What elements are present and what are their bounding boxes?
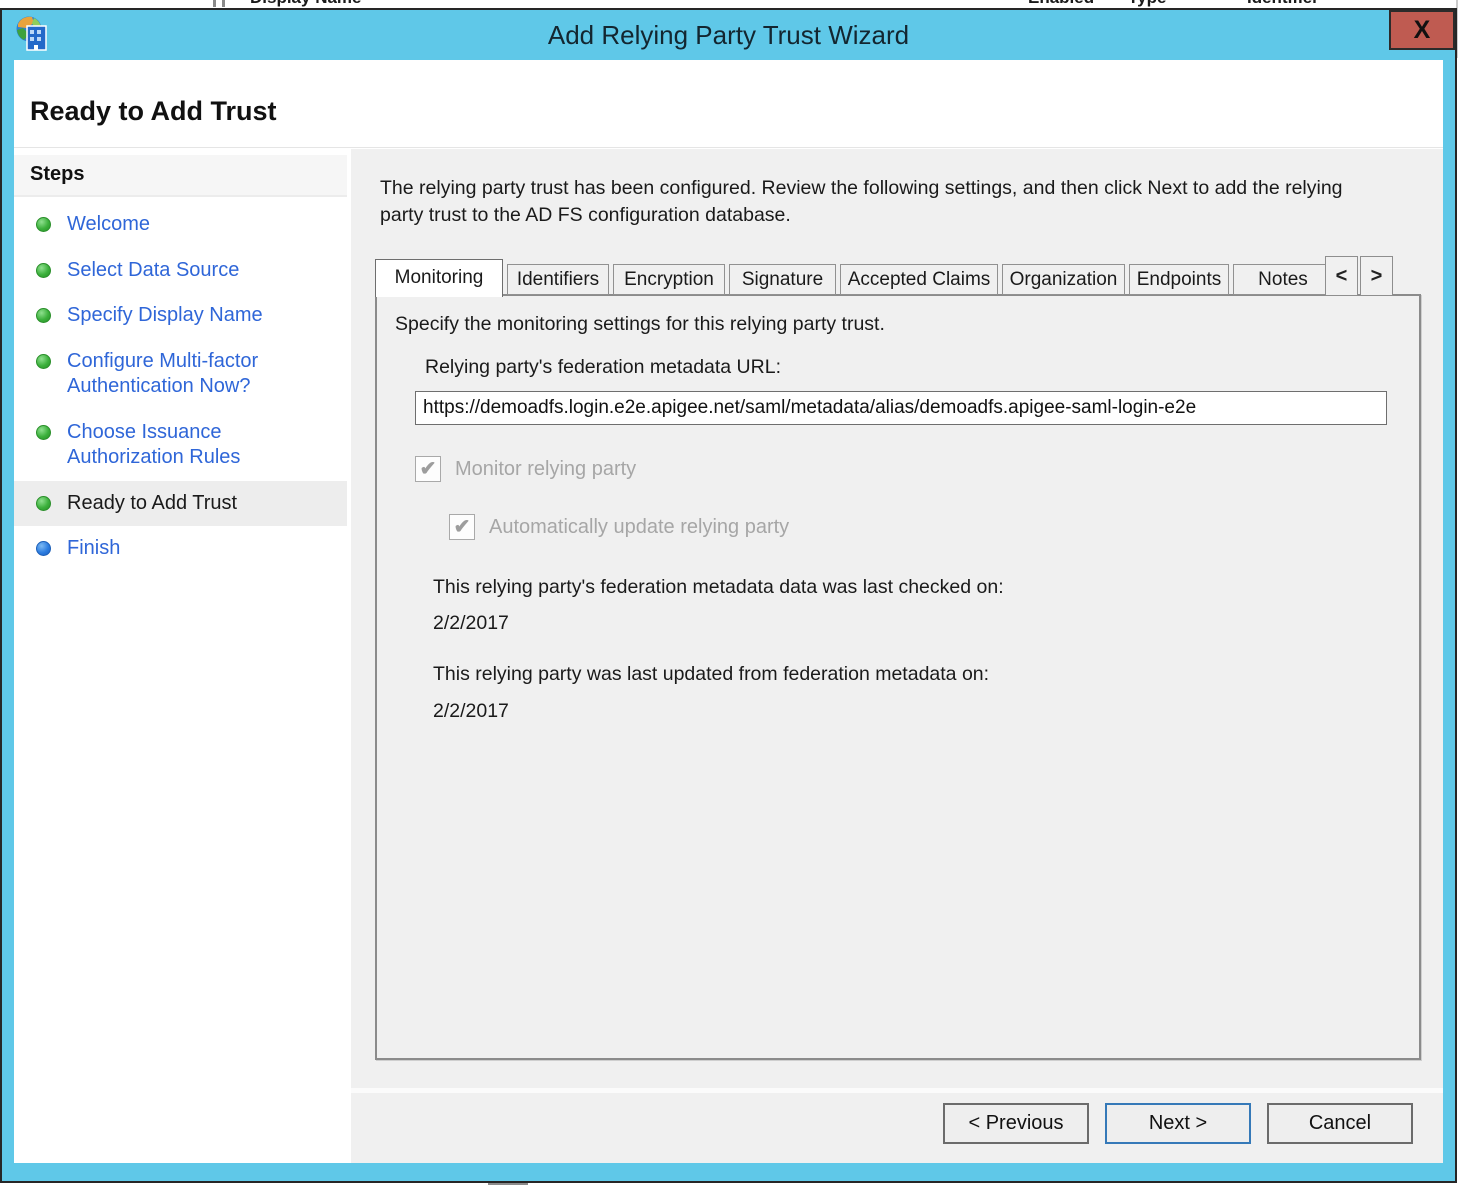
step-current-icon — [36, 496, 51, 511]
next-button[interactable]: Next > — [1105, 1103, 1251, 1144]
checkmark-icon: ✔ — [420, 458, 437, 480]
background-column-type: Type — [1128, 0, 1166, 8]
background-column-display-name: Display Name — [250, 0, 362, 8]
federation-metadata-url-label: Relying party's federation metadata URL: — [425, 356, 781, 379]
heading-band: Ready to Add Trust — [14, 60, 1443, 148]
page-title: Ready to Add Trust — [14, 60, 1443, 127]
step-completed-icon — [36, 217, 51, 232]
tab-scroll-left-button[interactable]: < — [1325, 256, 1358, 296]
background-window-sliver: Display Name Enabled Type Identifier — [0, 0, 1463, 8]
last-updated-label: This relying party was last updated from… — [433, 663, 989, 686]
cancel-button[interactable]: Cancel — [1267, 1103, 1413, 1144]
monitor-relying-party-label: Monitor relying party — [455, 458, 636, 481]
tab-endpoints[interactable]: Endpoints — [1129, 264, 1229, 295]
tab-identifiers[interactable]: Identifiers — [507, 264, 609, 295]
monitoring-description: Specify the monitoring settings for this… — [395, 313, 885, 336]
steps-sidebar: Steps Welcome Select Data Source Specify… — [14, 149, 347, 1163]
wizard-page-content: The relying party trust has been configu… — [351, 149, 1443, 1163]
monitor-relying-party-checkbox: ✔ — [415, 456, 441, 482]
last-checked-value: 2/2/2017 — [433, 612, 509, 635]
checkmark-icon: ✔ — [454, 516, 471, 538]
dialog-title: Add Relying Party Trust Wizard — [2, 10, 1455, 60]
background-column-enabled: Enabled — [1028, 0, 1094, 8]
wizard-footer-buttons: < Previous Next > Cancel — [943, 1103, 1413, 1144]
last-checked-label: This relying party's federation metadata… — [433, 576, 1004, 599]
close-button[interactable]: X — [1389, 10, 1455, 50]
step-label: Ready to Add Trust — [67, 491, 237, 517]
step-completed-icon — [36, 308, 51, 323]
tab-scroll-buttons: < > — [1323, 256, 1393, 296]
step-label: Choose Issuance Authorization Rules — [67, 420, 333, 471]
tab-strip: Monitoring Identifiers Encryption Signat… — [375, 258, 1421, 295]
titlebar: Add Relying Party Trust Wizard X — [2, 10, 1455, 60]
step-label: Configure Multi-factor Authentication No… — [67, 349, 333, 400]
sidebar-step-welcome[interactable]: Welcome — [14, 202, 347, 248]
federation-metadata-url-input[interactable] — [415, 391, 1387, 425]
background-splitter-grip — [213, 0, 225, 7]
step-label: Select Data Source — [67, 258, 239, 284]
close-icon: X — [1414, 16, 1431, 44]
sidebar-step-specify-display-name[interactable]: Specify Display Name — [14, 293, 347, 339]
tab-monitoring[interactable]: Monitoring — [375, 259, 503, 297]
sidebar-step-choose-issuance-rules[interactable]: Choose Issuance Authorization Rules — [14, 410, 347, 481]
tab-scroll-right-button[interactable]: > — [1360, 256, 1393, 296]
step-label: Finish — [67, 536, 120, 562]
step-completed-icon — [36, 425, 51, 440]
step-upcoming-icon — [36, 541, 51, 556]
tab-notes[interactable]: Notes — [1233, 264, 1333, 295]
auto-update-relying-party-row: ✔ Automatically update relying party — [449, 514, 789, 540]
sidebar-step-select-data-source[interactable]: Select Data Source — [14, 248, 347, 294]
step-label: Welcome — [67, 212, 150, 238]
properties-tab-control: Monitoring Identifiers Encryption Signat… — [375, 258, 1421, 1060]
sidebar-step-configure-mfa[interactable]: Configure Multi-factor Authentication No… — [14, 339, 347, 410]
steps-list: Welcome Select Data Source Specify Displ… — [14, 202, 347, 572]
previous-button[interactable]: < Previous — [943, 1103, 1089, 1144]
steps-header: Steps — [14, 155, 347, 197]
tab-encryption[interactable]: Encryption — [613, 264, 725, 295]
tab-signature[interactable]: Signature — [729, 264, 836, 295]
sidebar-step-finish[interactable]: Finish — [14, 526, 347, 572]
wizard-window: Ready to Add Trust Steps Welcome Select … — [14, 60, 1443, 1163]
page-intro-text: The relying party trust has been configu… — [380, 175, 1390, 229]
tab-accepted-claims[interactable]: Accepted Claims — [840, 264, 998, 295]
auto-update-relying-party-label: Automatically update relying party — [489, 516, 789, 539]
footer-separator — [351, 1088, 1443, 1093]
step-label: Specify Display Name — [67, 303, 263, 329]
background-column-identifier: Identifier — [1247, 0, 1319, 8]
tab-organization[interactable]: Organization — [1002, 264, 1125, 295]
chevron-left-icon: < — [1336, 265, 1348, 287]
step-completed-icon — [36, 354, 51, 369]
last-updated-value: 2/2/2017 — [433, 700, 509, 723]
sidebar-step-ready-to-add-trust[interactable]: Ready to Add Trust — [14, 481, 347, 527]
auto-update-relying-party-checkbox: ✔ — [449, 514, 475, 540]
step-completed-icon — [36, 263, 51, 278]
monitor-relying-party-row: ✔ Monitor relying party — [415, 456, 636, 482]
monitoring-tab-panel: Specify the monitoring settings for this… — [375, 294, 1421, 1060]
chevron-right-icon: > — [1371, 265, 1383, 287]
add-relying-party-trust-wizard-dialog: Add Relying Party Trust Wizard X Ready t… — [0, 8, 1457, 1183]
